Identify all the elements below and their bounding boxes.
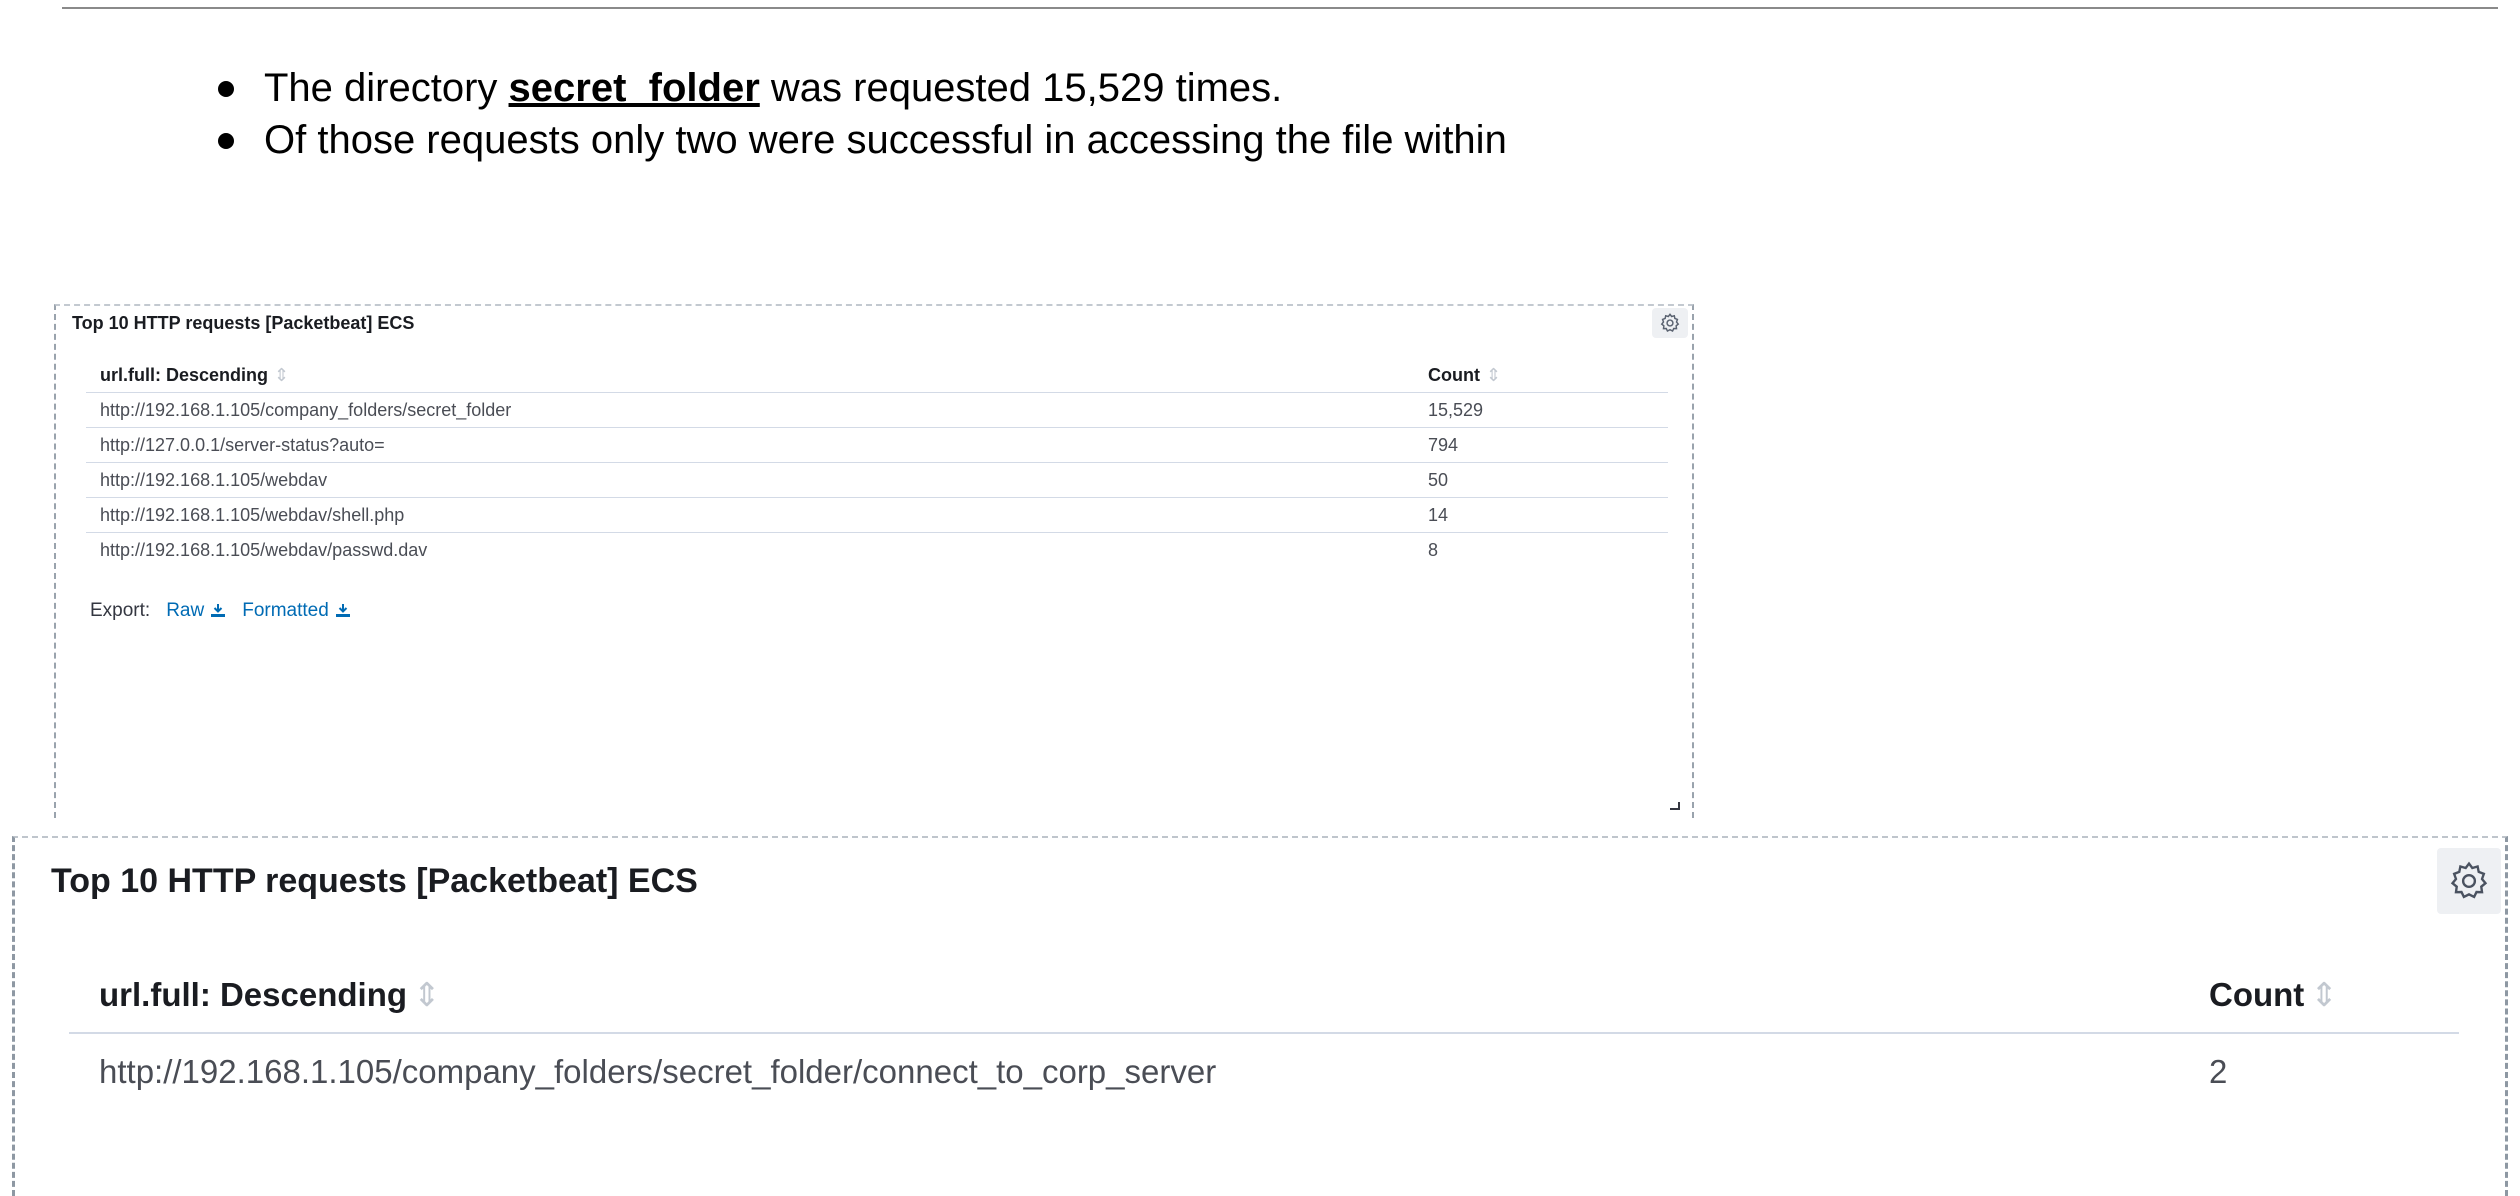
url-cell[interactable]: http://192.168.1.105/company_folders/sec…	[69, 1033, 2179, 1110]
panel-options-button[interactable]	[2437, 848, 2501, 914]
count-cell: 50	[1414, 462, 1668, 498]
url-cell[interactable]: http://127.0.0.1/server-status?auto=	[86, 427, 1414, 463]
export-bar: Export: Raw Formatted	[90, 600, 351, 622]
sort-arrows-icon[interactable]: ⇕	[274, 365, 289, 385]
table-row: http://192.168.1.105/company_folders/sec…	[69, 1033, 2459, 1110]
url-cell[interactable]: http://192.168.1.105/webdav/passwd.dav	[86, 533, 1414, 568]
column-header-url[interactable]: url.full: Descending ⇕	[86, 358, 1414, 393]
sort-arrows-icon[interactable]: ⇕	[413, 976, 441, 1013]
table-header-row: url.full: Descending ⇕ Count ⇕	[86, 358, 1668, 393]
resize-handle-icon[interactable]	[1670, 802, 1680, 810]
count-cell: 15,529	[1414, 392, 1668, 428]
bullet-successful-requests: Of those requests only two were successf…	[212, 114, 1512, 166]
download-icon	[335, 604, 350, 617]
table-row: http://127.0.0.1/server-status?auto= 794	[86, 427, 1668, 463]
horizontal-divider	[62, 7, 2498, 9]
summary-bullet-list: The directory secret_folder was requeste…	[212, 62, 1512, 166]
download-icon	[211, 604, 226, 617]
http-requests-panel-filtered: Top 10 HTTP requests [Packetbeat] ECS ur…	[12, 836, 2508, 1196]
export-raw-link[interactable]: Raw	[166, 600, 226, 622]
gear-icon	[2450, 861, 2488, 899]
table-row: http://192.168.1.105/webdav/passwd.dav 8	[86, 533, 1668, 568]
url-cell[interactable]: http://192.168.1.105/webdav	[86, 462, 1414, 498]
bullet-secret-folder-requests: The directory secret_folder was requeste…	[212, 62, 1512, 114]
table-row: http://192.168.1.105/webdav 50	[86, 462, 1668, 498]
panel-title: Top 10 HTTP requests [Packetbeat] ECS	[51, 862, 698, 900]
sort-arrows-icon[interactable]: ⇕	[1486, 365, 1501, 385]
export-formatted-link[interactable]: Formatted	[242, 600, 351, 622]
column-header-url[interactable]: url.full: Descending ⇕	[69, 956, 2179, 1034]
count-cell: 14	[1414, 497, 1668, 533]
panel-title: Top 10 HTTP requests [Packetbeat] ECS	[72, 313, 415, 333]
gear-icon	[1660, 313, 1680, 332]
sort-arrows-icon[interactable]: ⇕	[2310, 976, 2338, 1013]
count-cell: 2	[2209, 1053, 2228, 1090]
column-header-count[interactable]: Count ⇕	[2179, 956, 2459, 1034]
http-requests-table: url.full: Descending ⇕ Count ⇕ http://192.…	[86, 358, 1668, 567]
export-label: Export:	[90, 600, 151, 621]
url-cell[interactable]: http://192.168.1.105/company_folders/sec…	[86, 392, 1414, 428]
table-row: http://192.168.1.105/company_folders/sec…	[86, 392, 1668, 428]
column-header-count[interactable]: Count ⇕	[1414, 358, 1668, 393]
table-header-row: url.full: Descending ⇕ Count ⇕	[69, 956, 2459, 1034]
http-requests-panel-top10: Top 10 HTTP requests [Packetbeat] ECS ur…	[54, 304, 1694, 818]
count-cell: 794	[1414, 427, 1668, 463]
http-requests-table: url.full: Descending ⇕ Count ⇕ http://192.…	[69, 956, 2459, 1110]
count-cell: 8	[1428, 539, 1439, 560]
secret-folder-highlight: secret_folder	[508, 66, 760, 110]
panel-options-button[interactable]	[1652, 308, 1688, 338]
table-row: http://192.168.1.105/webdav/shell.php 14	[86, 497, 1668, 533]
url-cell[interactable]: http://192.168.1.105/webdav/shell.php	[86, 497, 1414, 533]
